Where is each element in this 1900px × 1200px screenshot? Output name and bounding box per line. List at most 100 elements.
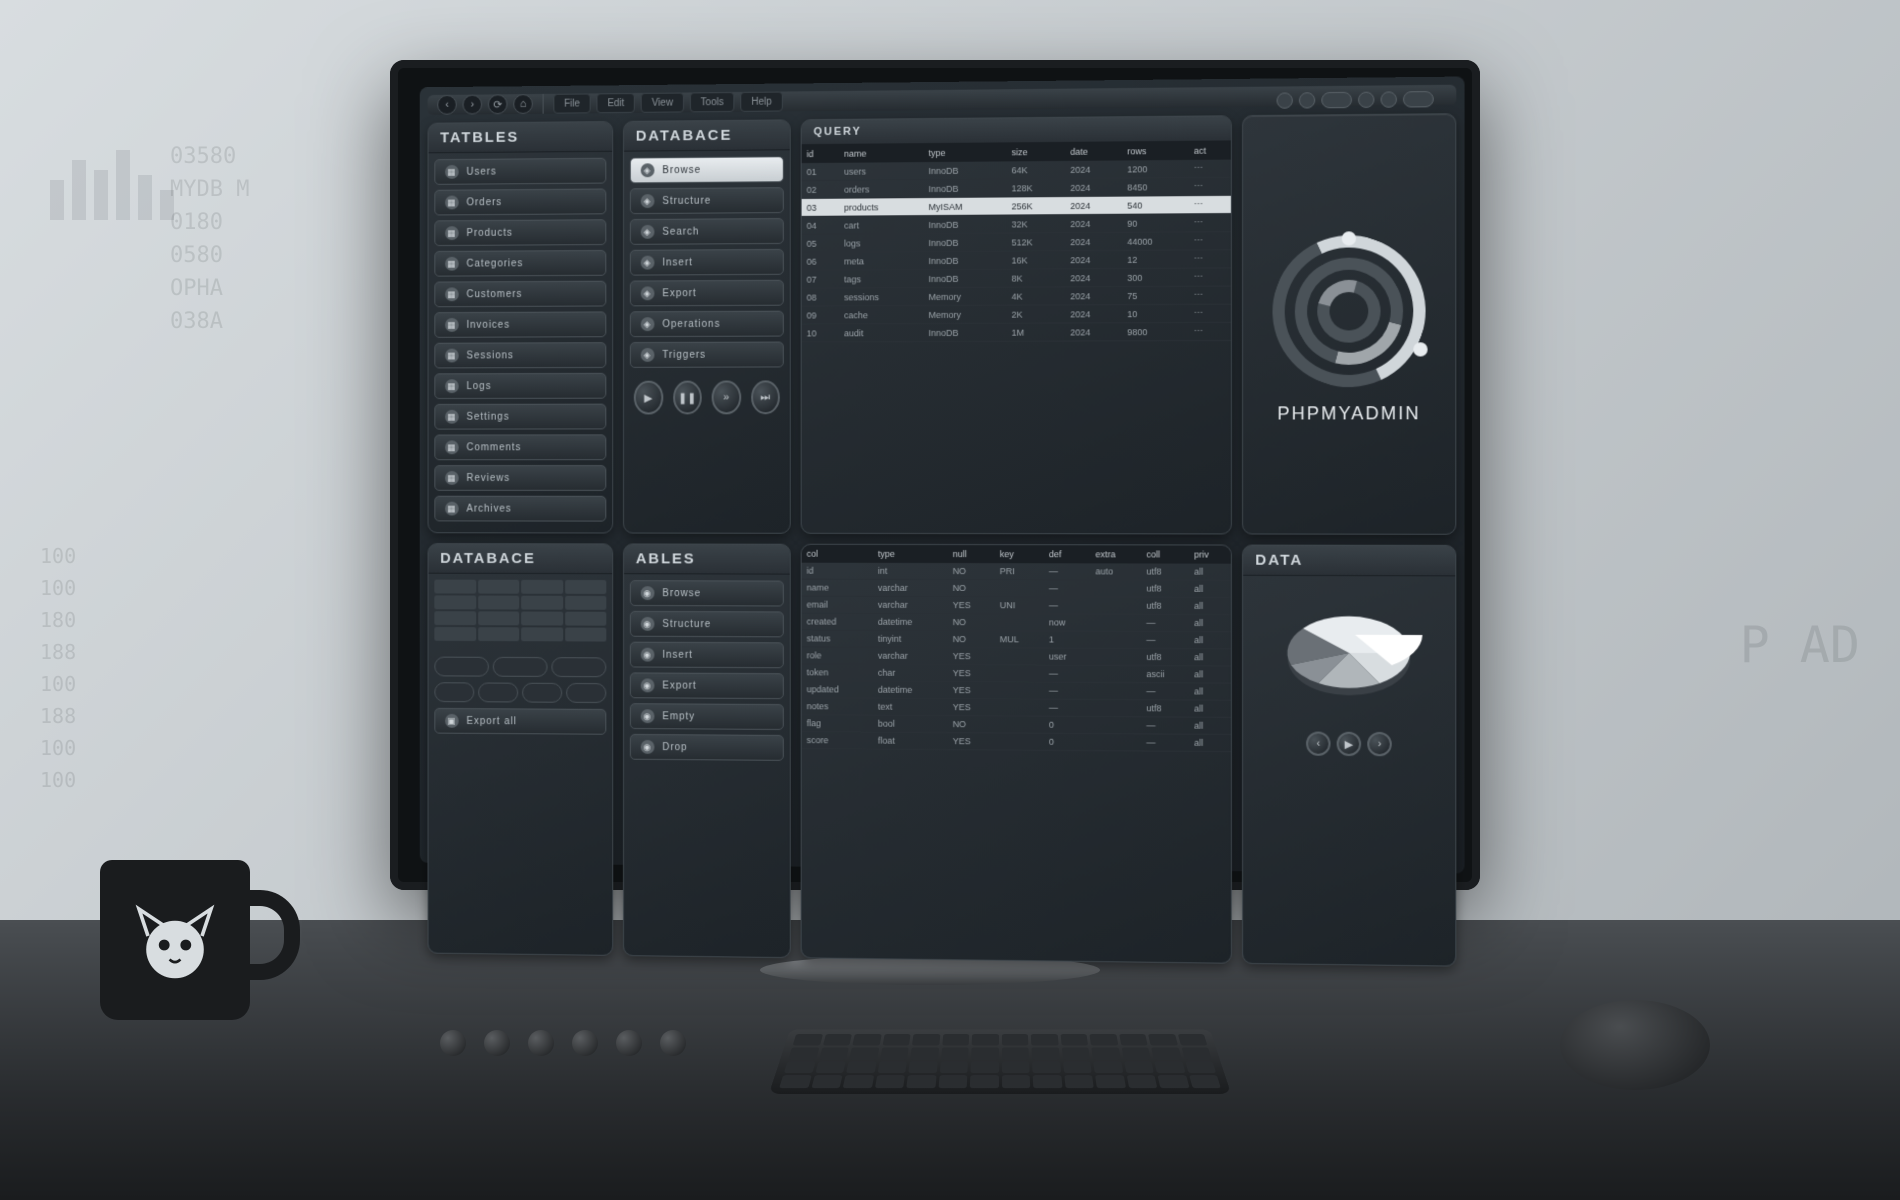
toggle-button[interactable] (434, 657, 489, 677)
table-row[interactable]: rolevarcharYESuserutf8all (802, 647, 1231, 666)
table-cell: 0 (1044, 716, 1091, 733)
tables-item[interactable]: ▦Reviews (434, 465, 606, 491)
tables-item[interactable]: ▦Sessions (434, 342, 606, 368)
menu-help[interactable]: Help (740, 92, 782, 112)
action-next-button[interactable]: » (712, 380, 741, 414)
action-pause-button[interactable]: ❚❚ (673, 381, 702, 415)
toggle-button[interactable] (566, 683, 606, 703)
table-cell (1090, 597, 1141, 614)
table-row[interactable]: createddatetimeNOnow—all (802, 613, 1231, 632)
table-cell: auto (1090, 563, 1141, 580)
table-row[interactable]: 07tagsInnoDB8K2024300⋯ (802, 268, 1231, 288)
db-bottom-action[interactable]: ▣Export all (434, 708, 606, 735)
tables-item[interactable]: ▦Logs (434, 373, 606, 399)
column-header[interactable]: key (995, 545, 1044, 563)
menu-view[interactable]: View (641, 93, 684, 113)
toggle-button[interactable] (522, 683, 562, 703)
ables-item[interactable]: ◉Structure (630, 611, 784, 637)
column-header[interactable]: extra (1090, 545, 1141, 563)
column-header[interactable]: priv (1189, 545, 1231, 563)
table-row[interactable]: 09cacheMemory2K202410⋯ (802, 304, 1231, 324)
ables-item[interactable]: ◉Browse (630, 580, 784, 606)
table-row[interactable]: idintNOPRI—autoutf8all (802, 563, 1231, 581)
table-cell (1090, 580, 1141, 597)
column-header[interactable]: act (1189, 141, 1231, 159)
database-item[interactable]: ◈Browse (630, 156, 784, 183)
column-header[interactable]: col (802, 545, 873, 563)
database-item[interactable]: ◈Triggers (630, 342, 784, 368)
column-header[interactable]: type (873, 545, 948, 563)
table-row[interactable]: scorefloatYES0—all (802, 732, 1231, 752)
status-dot[interactable] (1358, 92, 1374, 108)
column-header[interactable]: null (948, 545, 995, 563)
table-row[interactable]: 06metaInnoDB16K202412⋯ (802, 250, 1231, 270)
column-header[interactable]: coll (1141, 545, 1189, 563)
column-header[interactable]: name (839, 144, 923, 163)
action-end-button[interactable]: ⏭ (751, 380, 780, 414)
toggle-button[interactable] (434, 682, 474, 702)
tables-item[interactable]: ▦Comments (434, 434, 606, 460)
toggle-button[interactable] (493, 657, 548, 677)
database-item[interactable]: ◈Insert (630, 249, 784, 276)
table-cell: all (1189, 734, 1231, 751)
pie-nav-prev-button[interactable]: ‹ (1306, 731, 1330, 755)
status-dot[interactable] (1277, 92, 1293, 108)
database-item[interactable]: ◈Structure (630, 187, 784, 214)
pie-nav-play-button[interactable]: ▶ (1337, 732, 1361, 756)
tables-item[interactable]: ▦Products (434, 219, 606, 246)
column-header[interactable]: def (1044, 545, 1091, 563)
table-cell: all (1189, 649, 1231, 666)
column-header[interactable]: rows (1122, 142, 1189, 161)
database-item[interactable]: ◈Export (630, 280, 784, 307)
nav-back-button[interactable]: ‹ (437, 95, 456, 115)
data-table-bottom[interactable]: coltypenullkeydefextracollpriv idintNOPR… (802, 545, 1231, 752)
ables-item[interactable]: ◉Drop (630, 734, 784, 761)
nav-refresh-button[interactable]: ⟳ (488, 94, 508, 114)
status-pill[interactable] (1321, 92, 1352, 108)
menu-edit[interactable]: Edit (597, 93, 636, 113)
table-cell: 05 (802, 234, 839, 252)
column-header[interactable]: size (1006, 143, 1065, 162)
menu-tools[interactable]: Tools (690, 92, 735, 112)
table-row[interactable]: 08sessionsMemory4K202475⋯ (802, 286, 1231, 306)
status-dot[interactable] (1299, 92, 1315, 108)
mouse (1560, 1000, 1710, 1090)
table-row[interactable]: 10auditInnoDB1M20249800⋯ (802, 322, 1231, 342)
table-cell (995, 733, 1044, 750)
table-cell: YES (948, 665, 995, 682)
ables-item[interactable]: ◉Empty (630, 703, 784, 730)
tables-item-label: Categories (466, 258, 523, 269)
db-item-icon: ◈ (641, 348, 655, 362)
status-dot[interactable] (1381, 91, 1397, 107)
table-row[interactable]: emailvarcharYESUNI—utf8all (802, 596, 1231, 614)
column-header[interactable]: type (924, 143, 1007, 162)
ables-item-icon: ◉ (641, 678, 655, 692)
tables-item[interactable]: ▦Users (434, 158, 606, 185)
brand-label: PHPMYADMIN (1249, 403, 1449, 425)
column-header[interactable]: date (1065, 142, 1122, 161)
table-cell: ⋯ (1189, 160, 1231, 178)
tables-item[interactable]: ▦Orders (434, 188, 606, 215)
status-pill[interactable] (1403, 91, 1434, 108)
tables-item[interactable]: ▦Categories (434, 250, 606, 277)
ables-item[interactable]: ◉Insert (630, 642, 784, 669)
database-item[interactable]: ◈Operations (630, 311, 784, 337)
tables-item[interactable]: ▦Invoices (434, 311, 606, 337)
tables-item[interactable]: ▦Customers (434, 281, 606, 308)
database-item[interactable]: ◈Search (630, 218, 784, 245)
table-cell: score (802, 732, 873, 749)
menu-file[interactable]: File (553, 93, 590, 113)
column-header[interactable]: id (802, 145, 839, 163)
table-row[interactable]: statustinyintNOMUL1—all (802, 630, 1231, 649)
data-table-top[interactable]: idnametypesizedaterowsact 01usersInnoDB6… (802, 141, 1231, 342)
toggle-button[interactable] (478, 682, 518, 702)
ables-item[interactable]: ◉Export (630, 672, 784, 699)
action-play-button[interactable]: ▶ (634, 381, 663, 415)
toggle-button[interactable] (551, 657, 606, 677)
nav-forward-button[interactable]: › (463, 95, 482, 115)
nav-home-button[interactable]: ⌂ (513, 94, 533, 114)
pie-nav-next-button[interactable]: › (1367, 732, 1392, 756)
tables-item[interactable]: ▦Archives (434, 496, 606, 522)
tables-item[interactable]: ▦Settings (434, 404, 606, 430)
table-row[interactable]: namevarcharNO—utf8all (802, 579, 1231, 597)
